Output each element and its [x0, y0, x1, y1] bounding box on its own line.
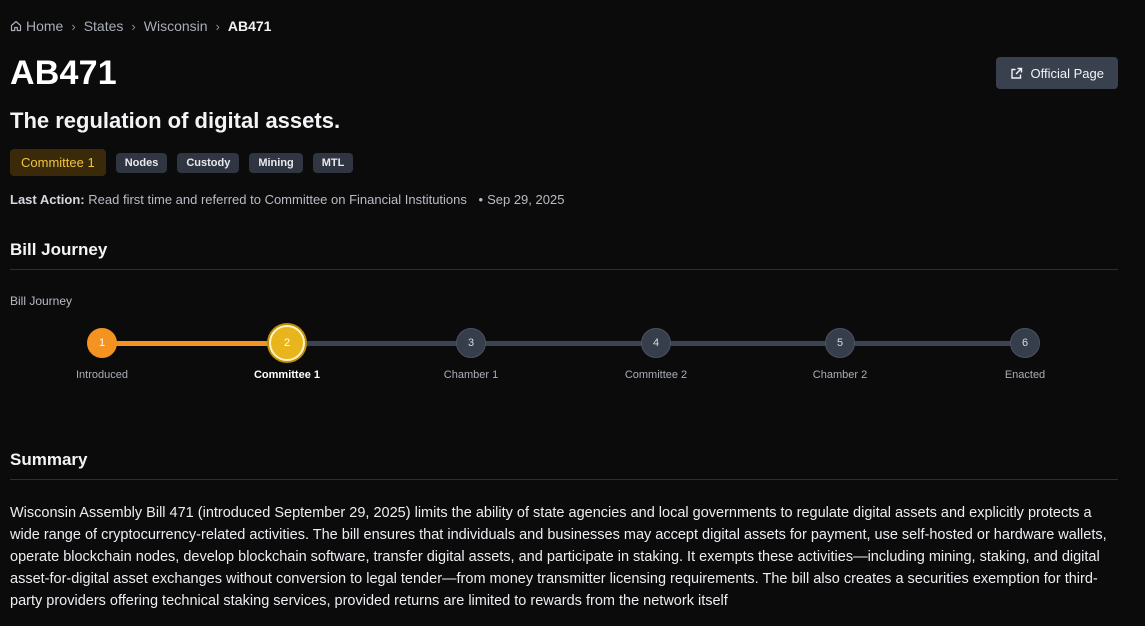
tag-mining[interactable]: Mining: [249, 152, 303, 173]
journey-step-introduced[interactable]: 1: [87, 328, 117, 358]
journey-step-chamber-2[interactable]: 5: [825, 328, 855, 358]
official-page-label: Official Page: [1030, 65, 1104, 81]
tag-list: Committee 1 Nodes Custody Mining MTL: [10, 149, 363, 176]
breadcrumb-home-label: Home: [26, 18, 64, 34]
last-action: Last Action: Read first time and referre…: [10, 192, 564, 207]
step-label: Chamber 2: [812, 369, 868, 381]
progress-track-complete: [102, 341, 287, 346]
journey-step-committee-2[interactable]: 4: [641, 328, 671, 358]
breadcrumb-home[interactable]: Home: [10, 18, 63, 34]
step-label: Introduced: [76, 369, 128, 381]
breadcrumb: Home › States › Wisconsin › AB471: [10, 18, 271, 34]
summary-text: Wisconsin Assembly Bill 471 (introduced …: [10, 505, 1107, 609]
bill-title: The regulation of digital assets.: [10, 108, 341, 133]
breadcrumb-current: AB471: [227, 18, 272, 34]
journey-step-committee-1[interactable]: 2: [269, 325, 305, 361]
chevron-right-icon: ›: [71, 18, 76, 34]
journey-heading: Bill Journey: [10, 240, 108, 259]
bill-journey-stepper: 1 2 3 4 5 6 Introduced Committee 1 Chamb…: [10, 322, 1118, 392]
summary-heading: Summary: [10, 450, 88, 469]
home-icon: [10, 20, 22, 32]
step-label: Committee 2: [624, 369, 688, 381]
breadcrumb-state[interactable]: Wisconsin: [144, 18, 208, 34]
chevron-right-icon: ›: [131, 18, 136, 34]
page-title: AB471: [10, 54, 117, 92]
divider: [10, 479, 1118, 480]
journey-step-enacted[interactable]: 6: [1010, 328, 1040, 358]
divider: [10, 269, 1118, 270]
last-action-date: Sep 29, 2025: [487, 192, 565, 207]
tag-custody[interactable]: Custody: [177, 152, 240, 173]
status-badge: Committee 1: [10, 149, 106, 176]
bill-detail-page: Home › States › Wisconsin › AB471 AB471 …: [10, 0, 1118, 626]
official-page-button[interactable]: Official Page: [995, 57, 1118, 89]
last-action-text: Read first time and referred to Committe…: [88, 192, 467, 207]
chevron-right-icon: ›: [215, 18, 220, 34]
step-label-current: Committee 1: [253, 369, 321, 381]
breadcrumb-states[interactable]: States: [84, 18, 124, 34]
tag-nodes[interactable]: Nodes: [115, 152, 168, 173]
journey-label: Bill Journey: [10, 294, 73, 308]
step-label: Chamber 1: [443, 369, 499, 381]
tag-mtl[interactable]: MTL: [312, 152, 354, 173]
journey-step-chamber-1[interactable]: 3: [456, 328, 486, 358]
separator-dot: •: [478, 192, 484, 207]
external-link-icon: [1010, 67, 1022, 79]
step-label: Enacted: [1004, 369, 1046, 381]
last-action-label: Last Action:: [10, 192, 85, 207]
